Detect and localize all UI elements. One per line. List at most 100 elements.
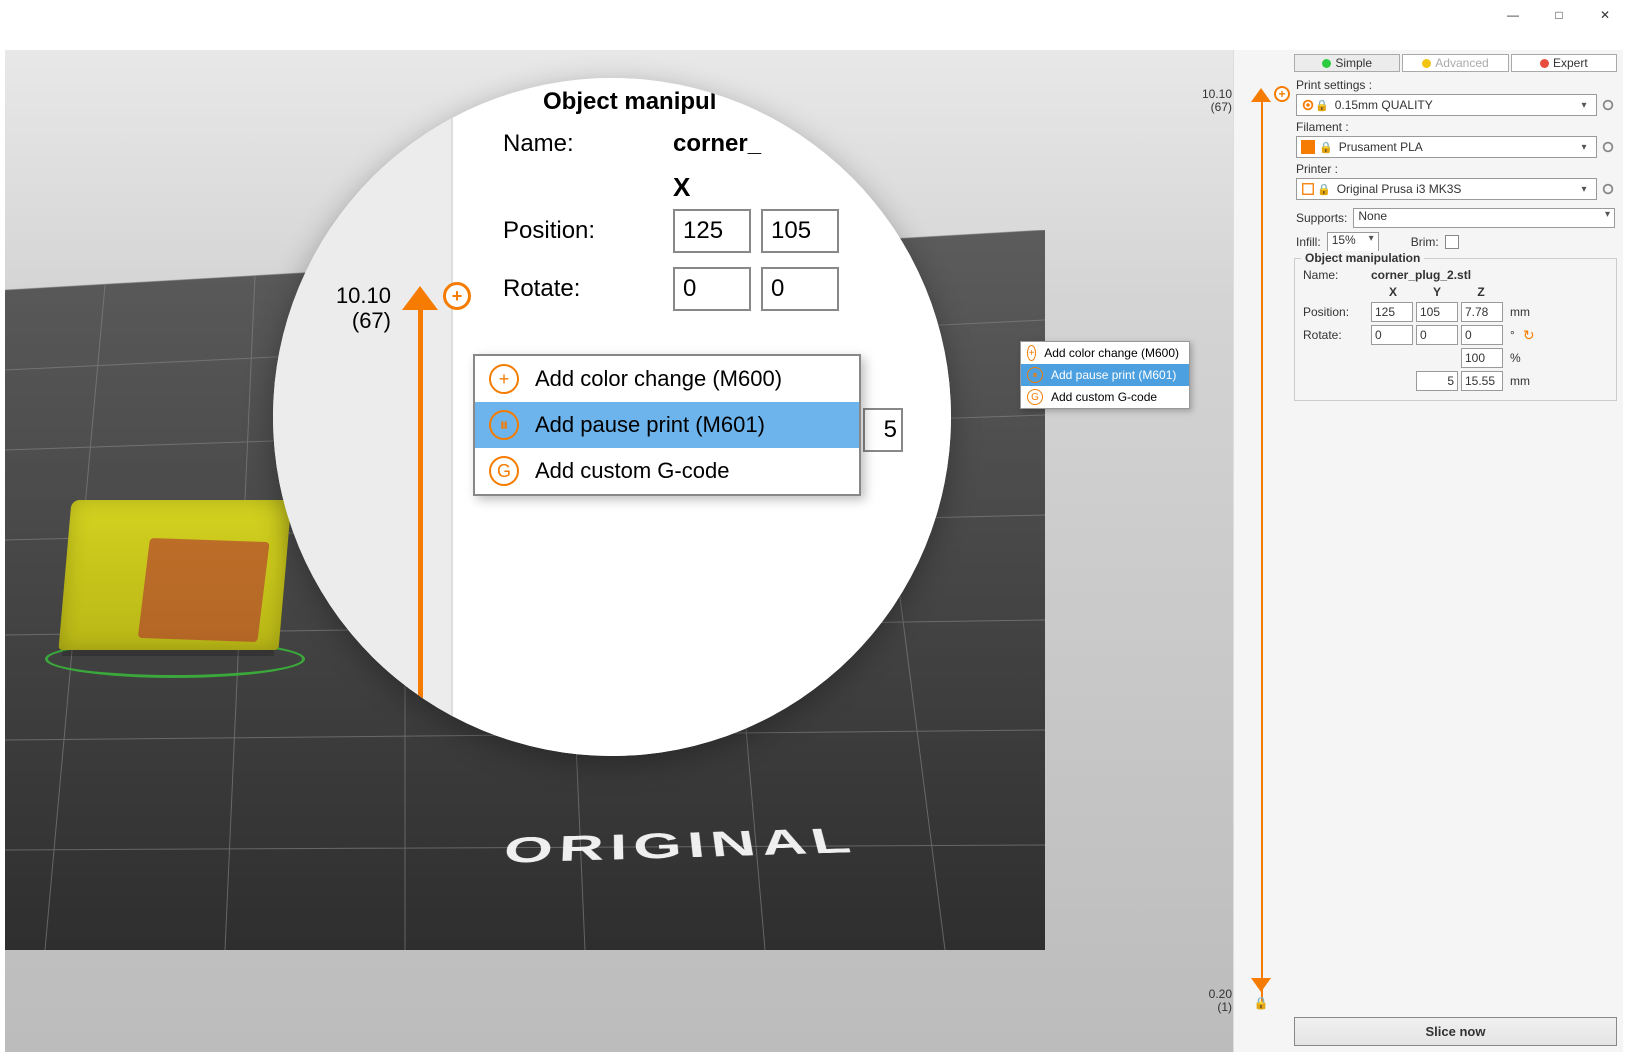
pause-icon: ⏸ [489, 410, 519, 440]
mag-rotate-y[interactable]: 0 [761, 267, 839, 311]
lock-icon: 🔒 [1315, 99, 1329, 112]
mag-rotate-label: Rotate: [503, 275, 673, 303]
settings-gear-icon[interactable] [1601, 98, 1615, 112]
mag-om-title: Object manipul [543, 88, 951, 116]
ctx-label: Add custom G-code [535, 458, 729, 484]
mag-ctx-add-color-change[interactable]: + Add color change (M600) [475, 356, 859, 402]
size-unit: mm [1510, 374, 1530, 388]
ctx-label: Add pause print (M601) [1051, 368, 1176, 382]
slider-top-label: 10.10(67) [1194, 88, 1232, 114]
chevron-down-icon: ▾ [1576, 142, 1592, 153]
om-rotate-label: Rotate: [1303, 328, 1371, 342]
object-manipulation-group: Object manipulation Name: corner_plug_2.… [1294, 258, 1617, 401]
mag-slider-label: 10.10(67) [321, 283, 391, 334]
filament-combo[interactable]: 🔒 Prusament PLA ▾ [1296, 136, 1597, 158]
mag-add-marker-icon[interactable]: + [443, 282, 471, 310]
window-minimize[interactable]: — [1490, 0, 1536, 30]
om-name-label: Name: [1303, 268, 1371, 282]
settings-gear-icon[interactable] [1601, 182, 1615, 196]
mode-tab-simple[interactable]: Simple [1294, 54, 1400, 72]
lock-icon: 🔒 [1319, 141, 1333, 154]
mag-name-value: corner_ [673, 130, 761, 158]
om-name-value: corner_plug_2.stl [1371, 268, 1501, 282]
infill-label: Infill: [1296, 235, 1321, 249]
ctx-label: Add color change (M600) [535, 366, 782, 392]
ctx-label: Add custom G-code [1051, 390, 1157, 404]
ctx-add-pause-print[interactable]: ⏸ Add pause print (M601) [1021, 364, 1189, 386]
supports-select[interactable]: None [1353, 208, 1615, 228]
print-settings-label: Print settings : [1296, 78, 1615, 92]
window-close[interactable]: ✕ [1582, 0, 1628, 30]
rotate-z-input[interactable]: 0 [1461, 325, 1503, 345]
gcode-icon: G [1027, 389, 1043, 405]
ctx-label: Add pause print (M601) [535, 412, 765, 438]
mag-axis-x: X [673, 172, 951, 203]
mag-ctx-add-custom-gcode[interactable]: G Add custom G-code [475, 448, 859, 494]
magnifier-overlay: + 10.10(67) Object manipul Name: corner_… [273, 78, 951, 756]
slider-handle-bottom[interactable]: 🔒 [1251, 978, 1271, 1010]
ctx-label: Add color change (M600) [1044, 346, 1179, 360]
mode-tab-advanced[interactable]: Advanced [1402, 54, 1508, 72]
gear-icon [1301, 98, 1315, 112]
infill-select[interactable]: 15% [1327, 232, 1379, 252]
scale-unit: % [1510, 351, 1521, 365]
ctx-add-custom-gcode[interactable]: G Add custom G-code [1021, 386, 1189, 408]
position-x-input[interactable]: 125 [1371, 302, 1413, 322]
filament-color-swatch [1301, 140, 1315, 154]
mag-name-label: Name: [503, 130, 673, 158]
om-title: Object manipulation [1301, 251, 1424, 265]
model-body [58, 500, 291, 650]
size-z-input[interactable]: 15.55 [1461, 371, 1503, 391]
slice-now-button[interactable]: Slice now [1294, 1017, 1617, 1046]
axis-y-label: Y [1415, 285, 1459, 299]
slider-add-marker-icon[interactable]: + [1274, 86, 1290, 102]
mag-rotate-x[interactable]: 0 [673, 267, 751, 311]
position-unit: mm [1510, 305, 1530, 319]
size-y-input[interactable]: 5 [1416, 371, 1458, 391]
mag-ctx-add-pause-print[interactable]: ⏸ Add pause print (M601) [475, 402, 859, 448]
pause-icon: ⏸ [1027, 367, 1043, 383]
mag-position-label: Position: [503, 217, 673, 245]
side-panel: Simple Advanced Expert Print settings : … [1288, 50, 1623, 1052]
window-maximize[interactable]: □ [1536, 0, 1582, 30]
brim-checkbox[interactable] [1445, 235, 1459, 249]
chevron-down-icon: ▾ [1576, 100, 1592, 111]
plus-icon: + [1027, 345, 1036, 361]
mag-position-x[interactable]: 125 [673, 209, 751, 253]
supports-label: Supports: [1296, 211, 1347, 225]
mag-context-menu: + Add color change (M600) ⏸ Add pause pr… [473, 354, 861, 496]
rotate-unit: ° [1510, 328, 1515, 342]
chevron-down-icon: ▾ [1576, 184, 1592, 195]
mode-tab-expert[interactable]: Expert [1511, 54, 1617, 72]
slider-track[interactable] [1261, 95, 1263, 1002]
position-z-input[interactable]: 7.78 [1461, 302, 1503, 322]
printer-icon [1301, 182, 1315, 196]
gcode-icon: G [489, 456, 519, 486]
mag-position-y[interactable]: 105 [761, 209, 839, 253]
slider-handle-top[interactable] [1251, 88, 1271, 102]
dot-green-icon [1322, 59, 1331, 68]
position-y-input[interactable]: 105 [1416, 302, 1458, 322]
om-position-label: Position: [1303, 305, 1371, 319]
dot-yellow-icon [1422, 59, 1431, 68]
rotate-y-input[interactable]: 0 [1416, 325, 1458, 345]
scale-z-input[interactable]: 100 [1461, 348, 1503, 368]
printer-combo[interactable]: 🔒 Original Prusa i3 MK3S ▾ [1296, 178, 1597, 200]
model-infill [138, 538, 270, 642]
printer-label: Printer : [1296, 162, 1615, 176]
viewport-3d[interactable]: ORIGINAL + 10.10(67) Object manipul [5, 50, 1233, 1052]
filament-label: Filament : [1296, 120, 1615, 134]
axis-z-label: Z [1459, 285, 1503, 299]
lock-icon: 🔒 [1317, 183, 1331, 196]
layer-context-menu: + Add color change (M600) ⏸ Add pause pr… [1020, 341, 1190, 409]
ctx-add-color-change[interactable]: + Add color change (M600) [1021, 342, 1189, 364]
mag-slider-track [418, 298, 423, 756]
mag-slider-thumb[interactable] [402, 286, 438, 310]
layer-slider-column: 10.10(67) + 🔒 0.20(1) [1233, 50, 1288, 1052]
print-settings-combo[interactable]: 🔒 0.15mm QUALITY ▾ [1296, 94, 1597, 116]
settings-gear-icon[interactable] [1601, 140, 1615, 154]
mag-partial-input[interactable]: 5 [863, 408, 903, 452]
reset-rotation-icon[interactable]: ↻ [1523, 327, 1535, 344]
rotate-x-input[interactable]: 0 [1371, 325, 1413, 345]
slider-bottom-label: 0.20(1) [1194, 988, 1232, 1014]
